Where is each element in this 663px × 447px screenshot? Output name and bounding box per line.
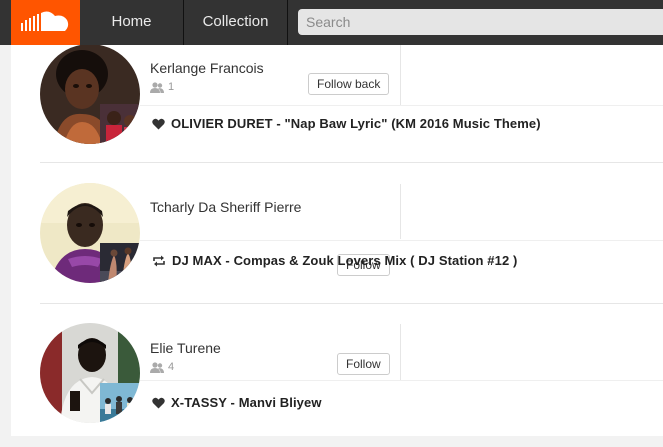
track-line: DJ MAX - Compas & Zouk Lovers Mix ( DJ S…	[152, 253, 517, 268]
repost-icon	[153, 255, 165, 266]
nav-collection[interactable]: Collection	[184, 0, 288, 45]
avatar[interactable]	[40, 323, 140, 423]
user-name[interactable]: Elie Turene	[150, 340, 221, 356]
follower-count-value: 4	[168, 361, 175, 373]
track-line: X-TASSY - Manvi Bliyew	[152, 395, 322, 410]
divider	[140, 380, 663, 381]
divider	[400, 184, 401, 239]
divider	[40, 303, 663, 304]
follower-count: 4	[150, 361, 174, 373]
follower-count: 1	[150, 81, 174, 93]
track-title[interactable]: DJ MAX - Compas & Zouk Lovers Mix ( DJ S…	[172, 253, 517, 268]
follow-button[interactable]: Follow	[337, 353, 390, 375]
track-line: OLIVIER DURET - "Nap Baw Lyric" (KM 2016…	[152, 116, 541, 131]
heart-icon	[152, 118, 165, 129]
track-thumbnail[interactable]	[100, 383, 140, 423]
feed-item: Kerlange Francois 1 Follow back OLIVIER …	[11, 25, 663, 165]
track-title[interactable]: X-TASSY - Manvi Bliyew	[171, 395, 322, 410]
avatar[interactable]	[40, 183, 140, 283]
activity-feed: Kerlange Francois 1 Follow back OLIVIER …	[11, 44, 663, 436]
track-thumbnail[interactable]	[100, 104, 140, 144]
soundcloud-logo[interactable]	[11, 0, 80, 45]
follower-count-value: 1	[168, 81, 175, 93]
soundcloud-cloud-icon	[21, 11, 69, 31]
users-icon	[150, 81, 164, 93]
divider	[140, 240, 663, 241]
feed-item: Tcharly Da Sheriff Pierre Follow DJ MAX …	[11, 166, 663, 306]
user-name[interactable]: Kerlange Francois	[150, 60, 264, 76]
heart-icon	[152, 397, 165, 408]
divider	[400, 45, 401, 105]
divider	[40, 162, 663, 163]
divider	[400, 324, 401, 380]
user-name[interactable]: Tcharly Da Sheriff Pierre	[150, 199, 301, 215]
divider	[140, 105, 663, 106]
track-title[interactable]: OLIVIER DURET - "Nap Baw Lyric" (KM 2016…	[171, 116, 541, 131]
avatar[interactable]	[40, 44, 140, 144]
track-thumbnail[interactable]	[100, 243, 140, 283]
search-input[interactable]	[298, 9, 663, 35]
nav-home[interactable]: Home	[80, 0, 184, 45]
feed-item: Elie Turene 4 Follow X-TASSY - Manvi Bli…	[11, 307, 663, 447]
top-bar: Home Collection	[0, 0, 663, 45]
users-icon	[150, 361, 164, 373]
follow-back-button[interactable]: Follow back	[308, 73, 390, 95]
